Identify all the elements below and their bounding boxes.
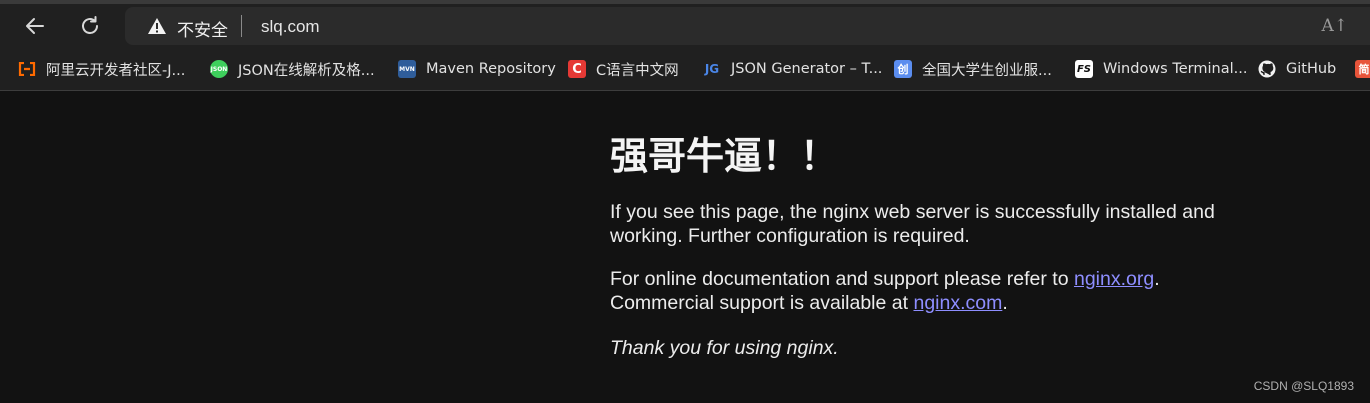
docs-text-suffix: . [1002, 292, 1008, 314]
nginx-com-link[interactable]: nginx.com [913, 292, 1002, 314]
aliyun-icon [18, 60, 36, 78]
bookmark-chuangye[interactable]: 创 全国大学生创业服... [894, 59, 1052, 79]
bookmark-label: JSON在线解析及格... [238, 62, 375, 79]
github-icon [1258, 60, 1276, 78]
chuang-icon: 创 [894, 60, 912, 78]
csdn-watermark: CSDN @SLQ1893 [1253, 379, 1354, 393]
bookmark-label: JSON Generator – T... [731, 61, 883, 77]
read-aloud-icon[interactable]: A↑ [1321, 16, 1348, 36]
back-button[interactable] [17, 8, 53, 44]
docs-text-prefix: For online documentation and support ple… [610, 268, 1074, 290]
c-icon: C [568, 60, 586, 78]
jg-icon: JG [704, 62, 720, 76]
browser-toolbar: 不安全 slq.com A↑ [0, 4, 1370, 48]
maven-icon: MVN [398, 60, 416, 78]
warning-icon[interactable] [147, 17, 167, 35]
bookmark-maven[interactable]: MVN Maven Repository [398, 59, 556, 79]
jian-icon: 简 [1355, 60, 1370, 78]
address-separator [241, 15, 242, 37]
bookmark-jianshu[interactable]: 简 [1355, 59, 1370, 79]
bookmark-aliyun[interactable]: 阿里云开发者社区-J... [18, 59, 185, 79]
intro-paragraph: If you see this page, the nginx web serv… [610, 201, 1215, 247]
bookmark-label: Windows Terminal... [1103, 61, 1248, 77]
nginx-org-link[interactable]: nginx.org [1074, 268, 1154, 290]
bookmark-c-language[interactable]: C C语言中文网 [568, 59, 679, 79]
bookmark-windows-terminal[interactable]: FS Windows Terminal... [1075, 59, 1247, 79]
thanks-paragraph: Thank you for using nginx. [610, 337, 839, 359]
bookmark-label: 阿里云开发者社区-J... [46, 62, 186, 79]
bookmark-json-parser[interactable]: JSON JSON在线解析及格... [210, 59, 375, 79]
json-icon: JSON [210, 60, 228, 78]
bookmarks-bar: 阿里云开发者社区-J... JSON JSON在线解析及格... MVN Mav… [0, 48, 1370, 91]
bookmark-label: Maven Repository [426, 61, 556, 77]
bookmark-label: GitHub [1286, 61, 1337, 77]
url-text[interactable]: slq.com [261, 17, 320, 37]
refresh-icon [82, 16, 98, 34]
docs-paragraph: For online documentation and support ple… [610, 267, 1250, 315]
bookmark-label: C语言中文网 [596, 62, 679, 79]
bookmark-label: 全国大学生创业服... [922, 62, 1052, 79]
page-heading: 强哥牛逼！！ [610, 134, 839, 178]
bookmark-github[interactable]: GitHub [1258, 59, 1336, 79]
back-arrow-icon [26, 18, 44, 34]
security-status-label[interactable]: 不安全 [177, 16, 228, 41]
bookmark-json-generator[interactable]: JG JSON Generator – T... [703, 59, 883, 79]
fs-icon: FS [1075, 60, 1093, 78]
refresh-button[interactable] [72, 8, 108, 44]
address-bar[interactable]: 不安全 slq.com A↑ [125, 7, 1370, 45]
